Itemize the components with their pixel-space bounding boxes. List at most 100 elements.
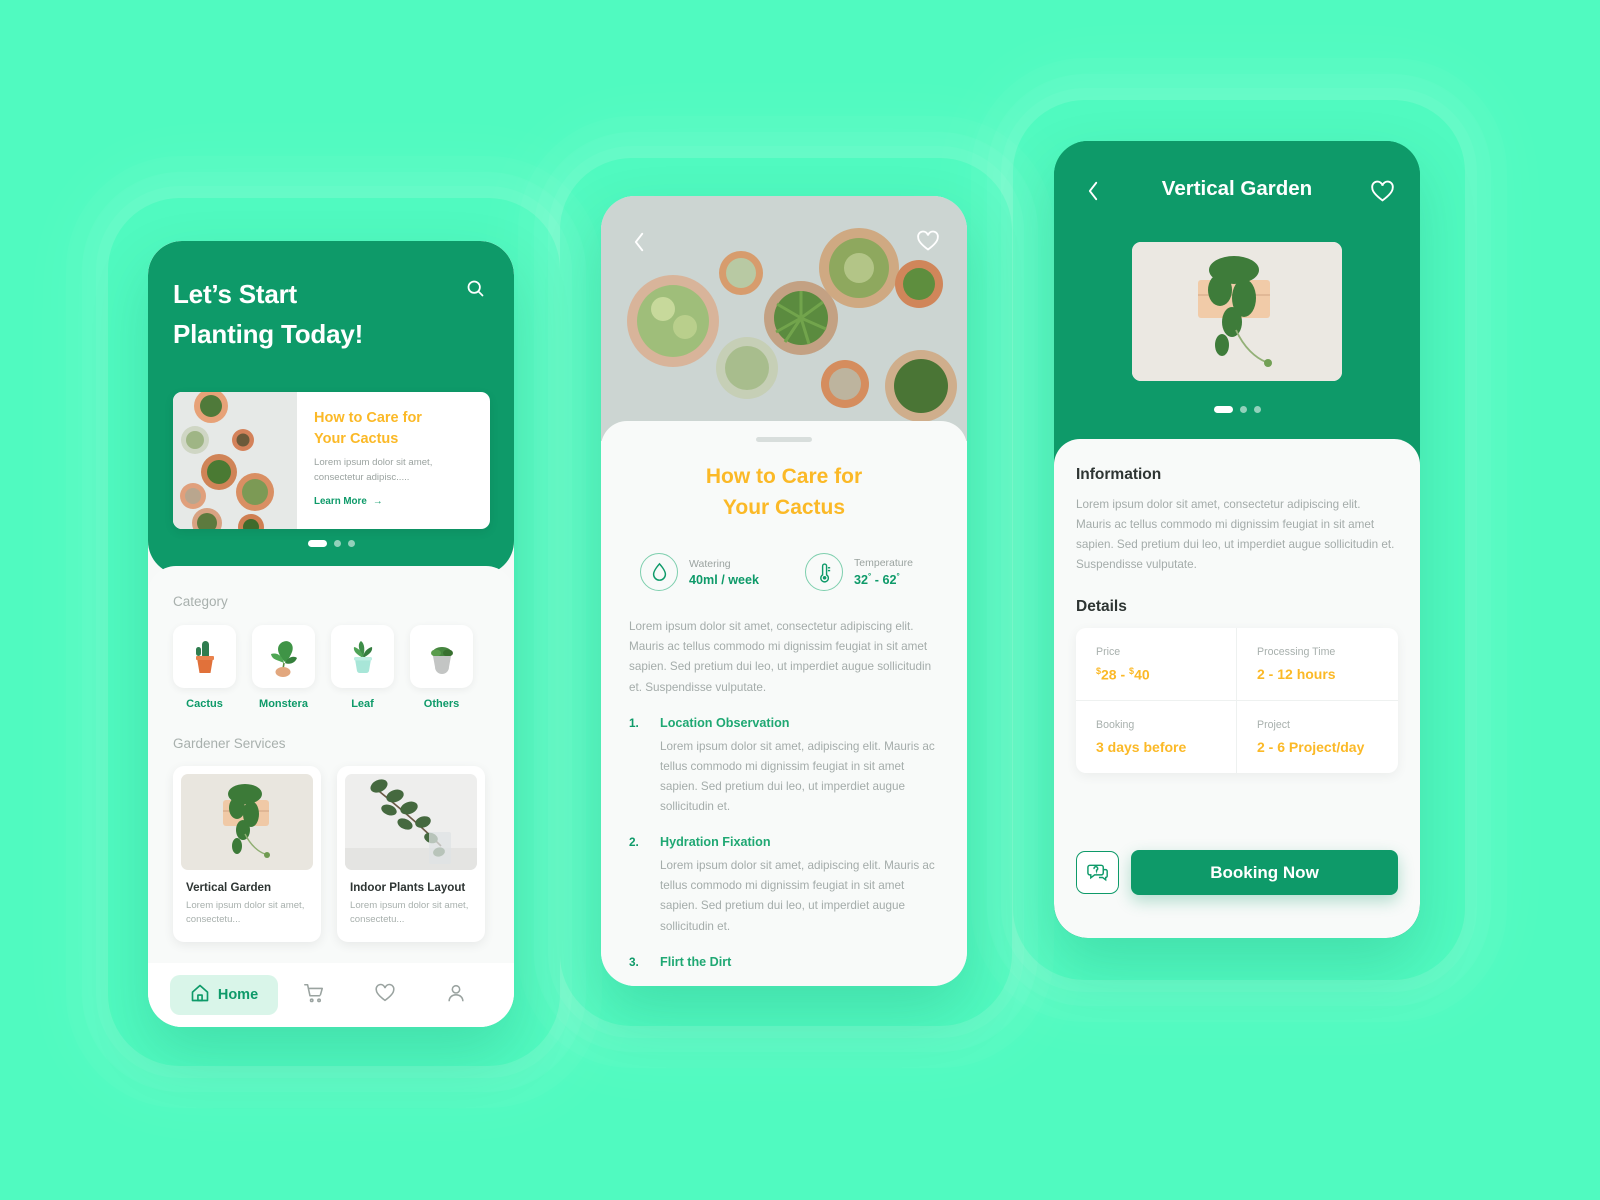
temp-min: 32 <box>854 573 869 588</box>
price-min: 28 <box>1101 666 1117 683</box>
carousel-dot-3[interactable] <box>1253 406 1261 413</box>
category-item-cactus[interactable]: Cactus <box>173 625 236 710</box>
tab-home[interactable]: Home <box>170 975 278 1015</box>
thermometer-icon <box>805 553 844 592</box>
detail-value-processing-time: 2 - 12 hours <box>1257 665 1336 682</box>
tab-favorites[interactable] <box>349 975 420 1015</box>
chat-question-icon[interactable] <box>1076 851 1119 894</box>
article-title-line-1: How to Care for <box>705 465 863 488</box>
service-title-indoor-plants: Indoor Plants Layout <box>350 881 466 894</box>
service-desc-vertical-garden: Lorem ipsum dolor sit amet, consectetu..… <box>186 900 305 926</box>
step-number-3: 3. <box>629 954 639 969</box>
promo-image <box>173 392 297 529</box>
detail-value-project: 2 - 6 Project/day <box>1257 739 1365 756</box>
service-card-vertical-garden[interactable]: Vertical Garden Lorem ipsum dolor sit am… <box>173 766 321 942</box>
phone-screen-home: Let’s Start Planting Today! How to Care … <box>148 241 514 1027</box>
carousel-dot-1[interactable] <box>1213 406 1233 413</box>
step-title-1: Location Observation <box>660 715 790 730</box>
learn-more-label: Learn More <box>314 495 367 507</box>
detail-cta-row: Booking Now <box>1076 850 1398 895</box>
service-title-vertical-garden: Vertical Garden <box>186 881 272 894</box>
care-stats: Watering 40ml / week Temperature 32° - 6… <box>629 553 939 592</box>
category-label-leaf: Leaf <box>351 698 374 710</box>
stat-watering: Watering 40ml / week <box>640 553 759 592</box>
promo-card[interactable]: How to Care for Your Cactus Lorem ipsum … <box>173 392 490 529</box>
detail-value-price: $28 - $40 <box>1096 666 1236 683</box>
temp-dash: - <box>874 573 879 588</box>
service-image-vertical-garden <box>181 774 313 870</box>
home-content-sheet: Category Cactus Monstera Leaf Others Gar… <box>148 566 514 1027</box>
category-item-leaf[interactable]: Leaf <box>331 625 394 710</box>
promo-heading-line-2: Your Cactus <box>314 430 399 447</box>
promo-text: How to Care for Your Cactus Lorem ipsum … <box>297 392 490 529</box>
favorite-button[interactable] <box>1368 177 1396 205</box>
category-list: Cactus Monstera Leaf Others <box>173 625 489 710</box>
search-icon[interactable] <box>460 273 490 303</box>
carousel-dot-2[interactable] <box>333 540 341 547</box>
details-heading: Details <box>1076 597 1127 615</box>
phone-screen-article: How to Care for Your Cactus Watering 40m… <box>601 196 967 986</box>
tab-profile[interactable] <box>421 975 492 1015</box>
carousel-dots[interactable] <box>1054 406 1420 413</box>
carousel-dot-2[interactable] <box>1239 406 1247 413</box>
tab-cart[interactable] <box>278 975 349 1015</box>
stat-watering-label: Watering <box>689 557 731 570</box>
category-item-monstera[interactable]: Monstera <box>252 625 315 710</box>
booking-now-button[interactable]: Booking Now <box>1131 850 1398 895</box>
article-intro: Lorem ipsum dolor sit amet, consectetur … <box>629 620 932 694</box>
services-list: Vertical Garden Lorem ipsum dolor sit am… <box>173 766 489 942</box>
phone-screen-detail: Vertical Garden Information Lorem ipsum … <box>1054 141 1420 938</box>
step-body-1: Lorem ipsum dolor sit amet, adipiscing e… <box>660 739 935 814</box>
degree-symbol-1: ° <box>868 572 872 582</box>
step-body-2: Lorem ipsum dolor sit amet, adipiscing e… <box>660 859 935 933</box>
services-label: Gardener Services <box>173 736 286 751</box>
carousel-dot-1[interactable] <box>307 540 327 547</box>
detail-key-processing-time: Processing Time <box>1257 645 1336 658</box>
detail-key-booking: Booking <box>1096 719 1135 732</box>
stat-temperature: Temperature 32° - 62° <box>805 553 913 592</box>
title-line-1: Let’s Start <box>173 279 297 309</box>
leaf-plant-icon <box>331 625 394 688</box>
back-button[interactable] <box>625 228 653 256</box>
category-label-cactus: Cactus <box>186 698 223 710</box>
degree-symbol-2: ° <box>896 572 900 582</box>
category-item-others[interactable]: Others <box>410 625 473 710</box>
step-number-2: 2. <box>629 835 639 850</box>
article-step-1: 1. Location Observation Lorem ipsum dolo… <box>629 716 939 818</box>
article-sheet: How to Care for Your Cactus Watering 40m… <box>601 421 967 986</box>
promo-heading-line-1: How to Care for <box>314 410 422 426</box>
stat-temperature-value: 32° - 62° <box>854 572 913 587</box>
step-title-2: Hydration Fixation <box>660 835 771 850</box>
article-step-3: 3. Flirt the Dirt <box>629 955 939 969</box>
information-body: Lorem ipsum dolor sit amet, consectetur … <box>1076 498 1395 572</box>
detail-key-project: Project <box>1257 719 1290 732</box>
favorite-button[interactable] <box>913 226 943 256</box>
bottom-tabbar: Home <box>148 963 514 1027</box>
water-drop-icon <box>640 553 678 592</box>
carousel-dot-3[interactable] <box>347 540 355 547</box>
detail-header: Vertical Garden <box>1054 141 1420 441</box>
detail-cell-project: Project 2 - 6 Project/day <box>1237 701 1398 773</box>
detail-sheet: Information Lorem ipsum dolor sit amet, … <box>1054 439 1420 938</box>
page-title: Let’s Start Planting Today! <box>173 274 423 355</box>
learn-more-link[interactable]: Learn More → <box>314 496 476 507</box>
price-max: 40 <box>1134 666 1150 683</box>
carousel-dots[interactable] <box>148 540 514 547</box>
sheet-grabber[interactable] <box>756 437 812 442</box>
detail-key-price: Price <box>1096 645 1121 658</box>
service-card-indoor-plants[interactable]: Indoor Plants Layout Lorem ipsum dolor s… <box>337 766 485 942</box>
article-title: How to Care for Your Cactus <box>629 461 939 523</box>
page-title: Vertical Garden <box>1161 177 1313 200</box>
other-plant-icon <box>410 625 473 688</box>
title-line-2: Planting Today! <box>173 319 364 350</box>
stat-temperature-label: Temperature <box>854 557 913 570</box>
price-dash: - <box>1120 666 1126 683</box>
cart-icon <box>303 982 325 1009</box>
article-step-2: 2. Hydration Fixation Lorem ipsum dolor … <box>629 835 939 937</box>
detail-cell-booking: Booking 3 days before <box>1076 701 1237 774</box>
profile-icon <box>445 982 467 1009</box>
detail-value-booking: 3 days before <box>1096 739 1187 756</box>
service-image-indoor-plants <box>345 774 477 870</box>
category-label: Category <box>173 594 228 609</box>
monstera-plant-icon <box>252 625 315 688</box>
